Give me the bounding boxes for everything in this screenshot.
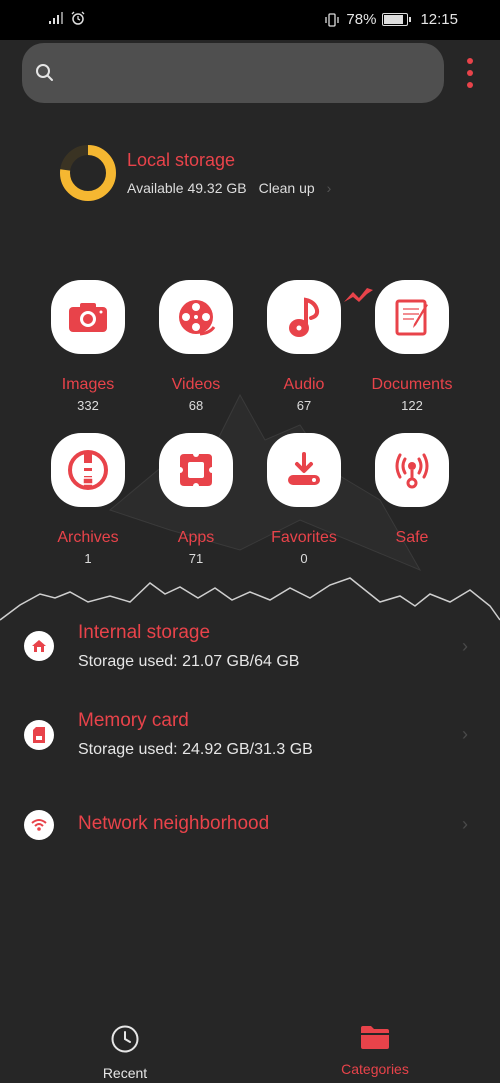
category-audio[interactable]: Audio 67 xyxy=(249,280,359,413)
document-icon xyxy=(395,299,428,336)
category-label: Audio xyxy=(283,376,325,393)
category-count: 67 xyxy=(296,398,312,413)
music-note-icon xyxy=(289,297,320,337)
sd-card-icon xyxy=(33,727,45,743)
search-icon xyxy=(36,64,53,81)
bottom-navigation: Recent Categories xyxy=(0,1010,500,1083)
status-bar: 78% 12:15 xyxy=(0,0,500,40)
clean-up-link[interactable]: Clean up xyxy=(259,180,315,196)
nav-recent[interactable]: Recent xyxy=(55,1024,195,1081)
network-neighborhood-row[interactable]: Network neighborhood › xyxy=(0,790,500,860)
nav-categories-label: Categories xyxy=(341,1061,409,1077)
category-label: Videos xyxy=(171,376,221,393)
chevron-right-icon: › xyxy=(326,180,332,196)
battery-icon xyxy=(382,13,412,26)
local-storage-title: Local storage xyxy=(127,150,236,170)
status-left xyxy=(49,11,85,25)
grid-icon-tile xyxy=(375,433,449,507)
grid-icon-tile xyxy=(267,433,341,507)
category-favorites[interactable]: Favorites 0 xyxy=(249,433,359,566)
film-reel-icon xyxy=(179,300,216,336)
battery-fill xyxy=(384,15,404,24)
dot-icon xyxy=(467,82,473,88)
archive-icon xyxy=(68,450,108,490)
category-label: Apps xyxy=(177,529,215,546)
memory-card-title: Memory card xyxy=(78,710,189,731)
chevron-right-icon: › xyxy=(462,814,468,834)
local-storage-subtitle: Available 49.32 GB Clean up › xyxy=(127,180,331,196)
row-icon-circle xyxy=(24,720,54,750)
category-count: 1 xyxy=(84,551,92,566)
category-count: 332 xyxy=(77,398,99,413)
status-right: 78% 12:15 xyxy=(324,11,458,28)
battery-percent: 78% xyxy=(346,11,377,28)
search-input[interactable] xyxy=(66,58,426,88)
grid-icon-tile xyxy=(51,433,125,507)
home-icon xyxy=(32,640,46,652)
category-images[interactable]: Images 332 xyxy=(33,280,143,413)
nav-recent-label: Recent xyxy=(102,1065,148,1081)
storage-ring-icon xyxy=(60,145,116,201)
category-count: 71 xyxy=(188,551,204,566)
category-count: 0 xyxy=(300,551,308,566)
grid-icon-tile xyxy=(51,280,125,354)
category-documents[interactable]: Documents 122 xyxy=(357,280,467,413)
dot-icon xyxy=(467,70,473,76)
download-icon xyxy=(288,452,320,485)
category-label: Favorites xyxy=(271,529,337,546)
internal-storage-row[interactable]: Internal storage Storage used: 21.07 GB/… xyxy=(0,612,500,682)
local-storage-card[interactable]: Local storage Available 49.32 GB Clean u… xyxy=(58,140,358,210)
folder-icon xyxy=(361,1026,389,1049)
alarm-icon xyxy=(71,11,85,25)
wifi-icon xyxy=(31,819,47,831)
more-options-button[interactable] xyxy=(462,58,478,88)
internal-storage-title: Internal storage xyxy=(78,622,211,643)
chevron-right-icon: › xyxy=(462,724,468,744)
network-neighborhood-title: Network neighborhood xyxy=(78,813,270,834)
category-count: 68 xyxy=(188,398,204,413)
grid-icon-tile xyxy=(159,433,233,507)
grid-icon-tile xyxy=(159,280,233,354)
dot-icon xyxy=(467,58,473,64)
chevron-right-icon: › xyxy=(462,636,468,656)
vibrate-icon xyxy=(325,12,340,27)
search-bar[interactable] xyxy=(22,43,444,103)
row-icon-circle xyxy=(24,810,54,840)
category-label: Safe xyxy=(395,529,429,546)
category-count: 122 xyxy=(401,398,423,413)
memory-card-usage: Storage used: 24.92 GB/31.3 GB xyxy=(78,741,313,758)
grid-icon-tile xyxy=(375,280,449,354)
category-safe[interactable]: Safe xyxy=(357,433,467,551)
category-archives[interactable]: Archives 1 xyxy=(33,433,143,566)
grid-icon-tile xyxy=(267,280,341,354)
apps-icon xyxy=(177,451,215,489)
memory-card-row[interactable]: Memory card Storage used: 24.92 GB/31.3 … xyxy=(0,700,500,770)
category-videos[interactable]: Videos 68 xyxy=(141,280,251,413)
available-space: Available 49.32 GB xyxy=(127,180,247,196)
category-label: Images xyxy=(61,376,115,393)
clock-icon xyxy=(111,1025,139,1053)
category-label: Documents xyxy=(371,376,453,393)
camera-icon xyxy=(69,303,107,332)
clock: 12:15 xyxy=(420,11,458,28)
signal-icon xyxy=(49,12,63,24)
category-apps[interactable]: Apps 71 xyxy=(141,433,251,566)
row-icon-circle xyxy=(24,631,54,661)
safe-icon xyxy=(395,453,429,489)
internal-storage-usage: Storage used: 21.07 GB/64 GB xyxy=(78,653,300,670)
nav-categories[interactable]: Categories xyxy=(305,1024,445,1077)
category-label: Archives xyxy=(57,529,119,546)
